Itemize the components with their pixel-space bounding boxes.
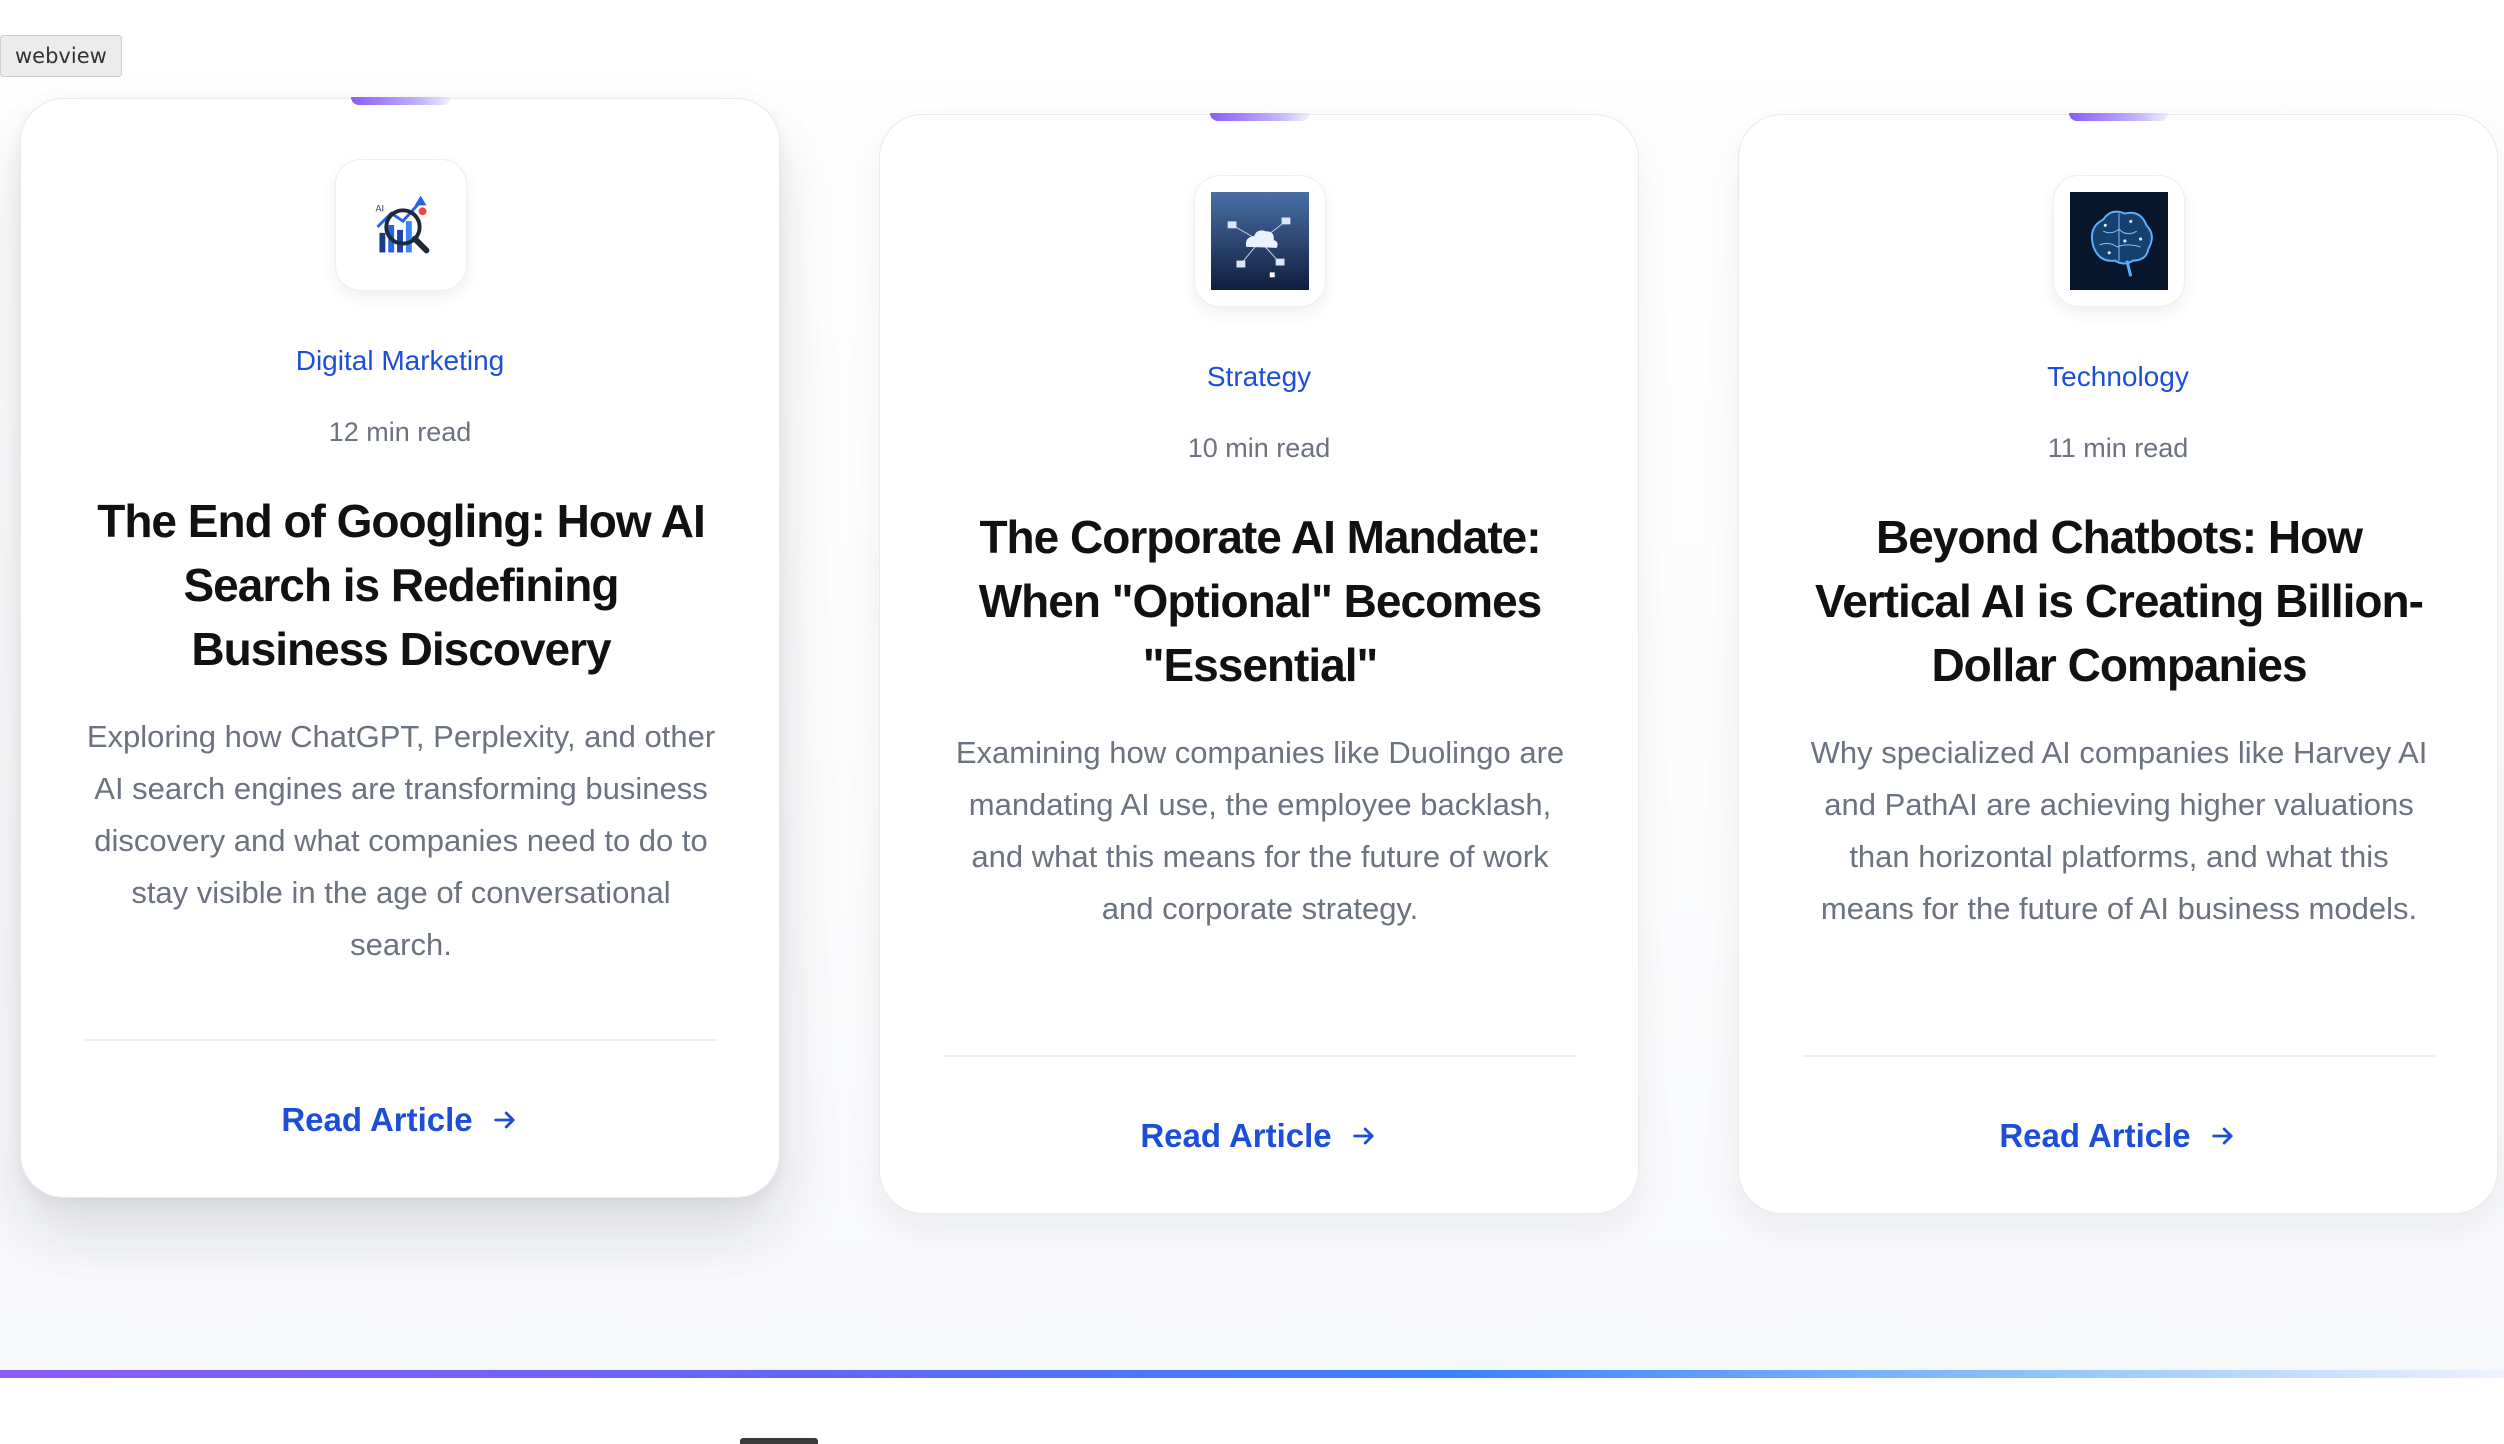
next-section-edge [740, 1438, 818, 1444]
card-accent-bar [2069, 113, 2169, 121]
digital-brain-image [2070, 192, 2168, 290]
article-category[interactable]: Strategy [880, 361, 1638, 393]
article-description: Examining how companies like Duolingo ar… [955, 735, 1565, 926]
article-thumbnail [1194, 175, 1326, 307]
cloud-network-image [1211, 192, 1309, 290]
read-article-link[interactable]: Read Article [880, 1117, 1638, 1155]
read-time: 12 min read [328, 417, 472, 447]
article-card-ai-search[interactable]: AI Digital Marketing 12 min read The End… [20, 97, 780, 1198]
arrow-right-icon [2211, 1127, 2233, 1145]
svg-text:AI: AI [376, 204, 385, 214]
article-thumbnail [2053, 175, 2185, 307]
article-title[interactable]: Beyond Chatbots: How Vertical AI is Crea… [1799, 505, 2439, 697]
article-card-vertical-ai[interactable]: Technology 11 min read Beyond Chatbots: … [1738, 113, 2498, 1214]
read-article-label: Read Article [1140, 1117, 1332, 1154]
article-card-corporate-mandate[interactable]: Strategy 10 min read The Corporate AI Ma… [879, 113, 1639, 1214]
read-article-label: Read Article [1999, 1117, 2191, 1154]
card-accent-bar [1210, 113, 1310, 121]
read-time: 11 min read [2047, 433, 2189, 463]
card-divider [1803, 1055, 2435, 1057]
article-description: Why specialized AI companies like Harvey… [1810, 735, 2428, 926]
article-category[interactable]: Technology [1739, 361, 2497, 393]
card-divider [944, 1055, 1576, 1057]
card-accent-bar [351, 97, 451, 105]
section-divider-gradient [0, 1370, 2504, 1378]
article-description: Exploring how ChatGPT, Perplexity, and o… [86, 719, 716, 962]
article-title[interactable]: The End of Googling: How AI Search is Re… [81, 489, 721, 681]
card-divider [85, 1039, 717, 1041]
article-thumbnail: AI [335, 159, 467, 291]
read-article-label: Read Article [281, 1101, 473, 1138]
article-title[interactable]: The Corporate AI Mandate: When "Optional… [940, 505, 1580, 697]
article-category[interactable]: Digital Marketing [21, 345, 779, 377]
read-article-link[interactable]: Read Article [1739, 1117, 2497, 1155]
read-time: 10 min read [1187, 433, 1331, 463]
arrow-right-icon [1352, 1127, 1374, 1145]
webview-tag: webview [0, 35, 122, 77]
read-article-link[interactable]: Read Article [21, 1101, 779, 1139]
arrow-right-icon [493, 1111, 515, 1129]
ai-search-analytics-icon: AI [352, 176, 450, 274]
